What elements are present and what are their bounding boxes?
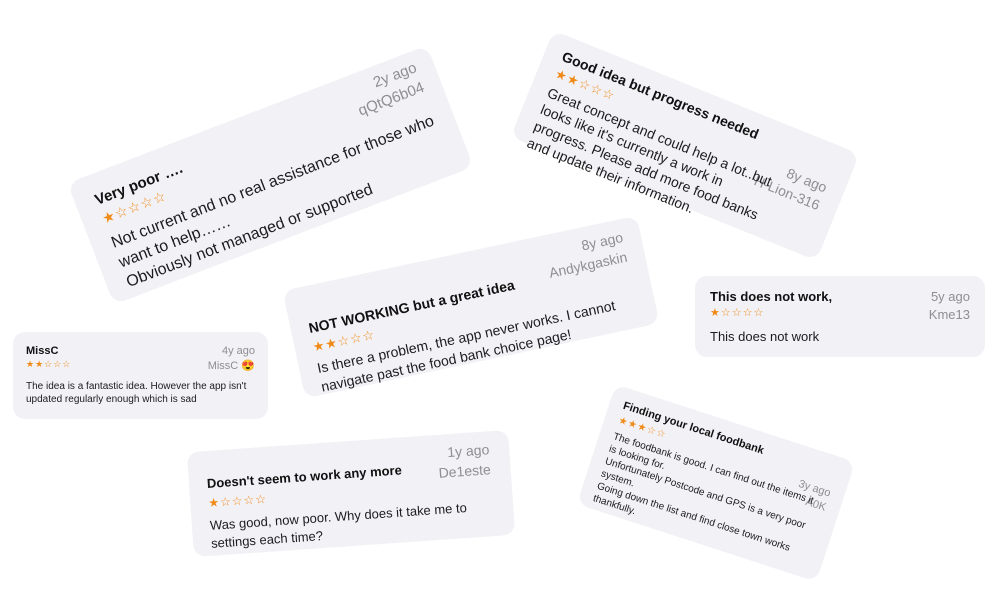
review-body: This does not work [710,329,820,344]
review-author: Andykgaskin [547,248,629,281]
review-card: This does not work, 5y ago Kme13 ★☆☆☆☆ T… [695,276,985,357]
review-title: Doesn't seem to work any more [206,462,403,492]
review-age: 4y ago [221,345,255,357]
star-rating: ★★☆☆☆ [26,359,72,369]
review-age: 1y ago [446,441,490,461]
star-rating: ★☆☆☆☆ [207,491,268,510]
review-body: Great concept and could help a lot..but … [524,84,775,223]
review-author: MissC 😍 [207,360,255,372]
review-title: MissC [26,345,59,357]
review-card: Doesn't seem to work any more 1y ago De1… [186,429,516,558]
review-card: Finding your local foodbank ★★★☆☆ 3y ago… [576,384,856,582]
review-card: Good idea but progress needed ★★☆☆☆ 8y a… [510,30,860,261]
review-author: Kme13 [928,307,970,322]
review-card: NOT WORKING but a great idea 8y ago Andy… [282,215,660,399]
review-title: This does not work, [710,289,833,304]
review-card: MissC 4y ago MissC 😍 ★★☆☆☆ The idea is a… [13,332,268,419]
review-body: The idea is a fantastic idea. However th… [26,381,247,405]
review-body: The foodbank is good. I can find out the… [591,431,815,554]
star-rating: ★☆☆☆☆ [710,307,765,319]
review-author: De1este [438,461,492,481]
review-age: 5y ago [930,289,970,304]
